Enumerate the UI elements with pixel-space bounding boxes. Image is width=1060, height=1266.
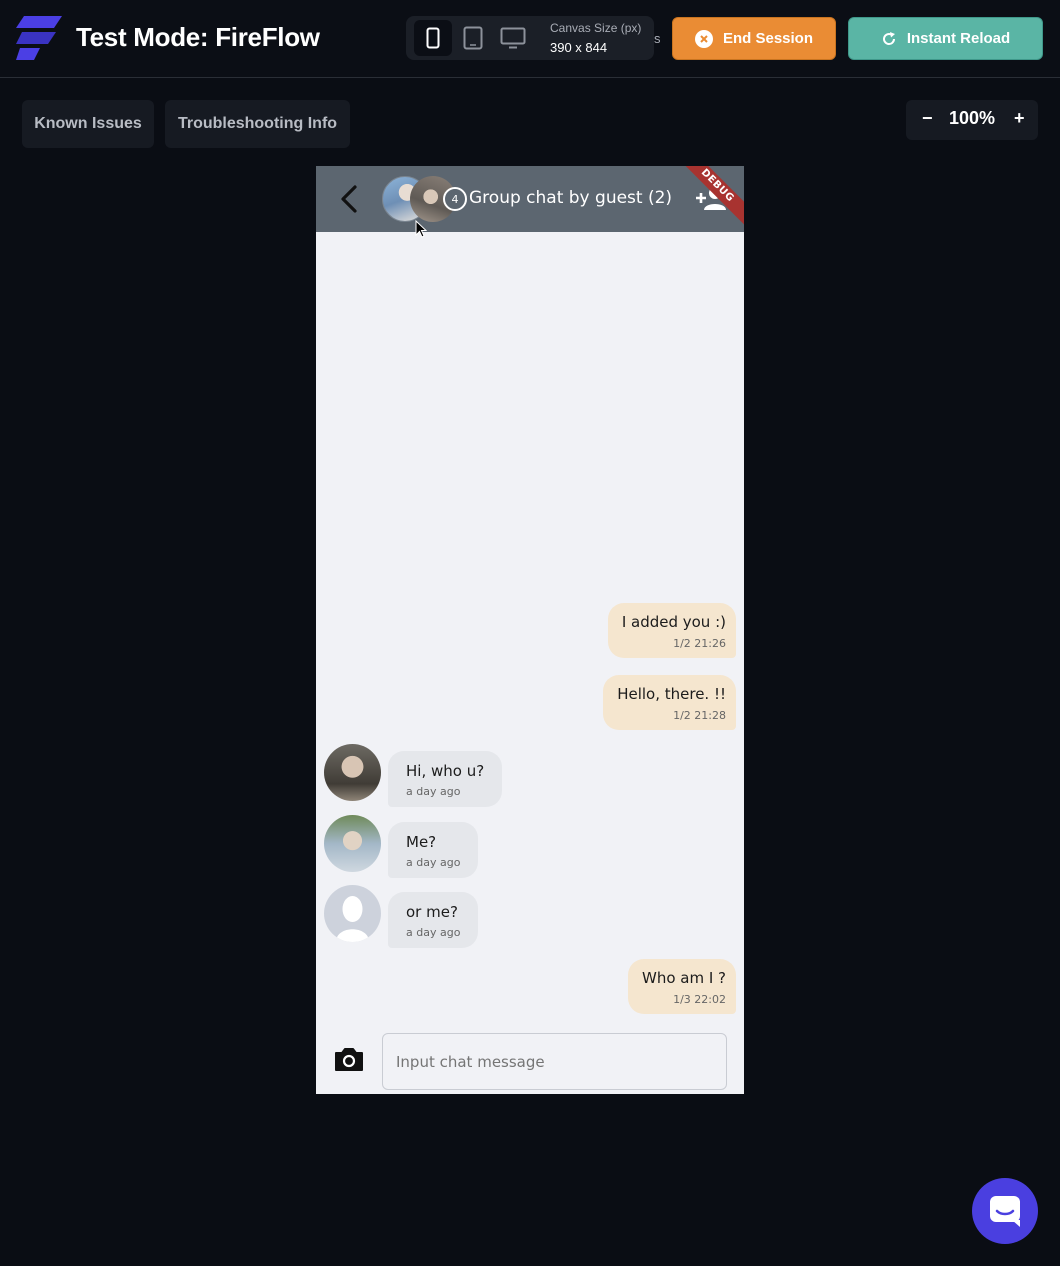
instant-reload-button[interactable]: Instant Reload [848, 17, 1043, 60]
known-issues-button[interactable]: Known Issues [22, 100, 154, 148]
truncated-text: s [654, 31, 661, 46]
message-text: I added you :) [621, 613, 726, 631]
message-bubble-outgoing: Who am I ? 1/3 22:02 [627, 959, 736, 1014]
device-selector: Canvas Size (px) 390 x 844 [406, 16, 654, 60]
message-text: Who am I ? [641, 969, 726, 987]
tablet-device-button[interactable] [454, 20, 492, 56]
refresh-icon [882, 31, 895, 45]
tablet-icon [463, 26, 483, 50]
top-bar: Test Mode: FireFlow Canvas Size (px) 390… [0, 0, 1060, 78]
zoom-level: 100% [949, 108, 996, 128]
page-title: Test Mode: FireFlow [76, 22, 320, 52]
chat-bubble-icon [990, 1196, 1020, 1227]
member-count-badge: 4 [443, 187, 467, 211]
message-time: 1/3 22:02 [673, 993, 726, 1006]
chat-message-input[interactable] [382, 1033, 727, 1090]
message-time: 1/2 21:28 [673, 709, 726, 722]
message-time: a day ago [406, 856, 461, 869]
mouse-cursor-icon [415, 220, 427, 238]
end-session-label: End Session [722, 30, 814, 47]
message-bubble-outgoing: Hello, there. !! 1/2 21:28 [603, 675, 736, 730]
end-session-button[interactable]: End Session [672, 17, 836, 60]
message-text: or me? [406, 903, 458, 921]
message-text: Hello, there. !! [617, 685, 726, 703]
message-text: Hi, who u? [406, 762, 485, 780]
chat-title: Group chat by guest (2) [469, 188, 673, 208]
desktop-icon [500, 27, 526, 49]
chat-app-bar: 4 Group chat by guest (2) DEBUG [316, 166, 744, 232]
person-silhouette-icon [336, 896, 369, 942]
troubleshooting-info-button[interactable]: Troubleshooting Info [165, 100, 350, 148]
message-text: Me? [406, 833, 437, 851]
canvas-size-value: 390 x 844 [550, 40, 608, 55]
message-time: 1/2 21:26 [673, 637, 726, 650]
sender-avatar[interactable] [324, 744, 381, 801]
instant-reload-label: Instant Reload [906, 30, 1011, 47]
message-bubble-incoming: or me? a day ago [388, 892, 479, 948]
phone-device-button[interactable] [414, 20, 452, 56]
message-bubble-outgoing: I added you :) 1/2 21:26 [607, 603, 736, 658]
desktop-device-button[interactable] [494, 20, 532, 56]
close-circle-icon [694, 29, 713, 48]
phone-canvas: 4 Group chat by guest (2) DEBUG I added … [316, 166, 744, 1094]
message-time: a day ago [406, 926, 461, 939]
zoom-out-button[interactable]: − [922, 108, 933, 129]
sender-avatar-placeholder[interactable] [324, 885, 381, 942]
zoom-in-button[interactable]: + [1014, 108, 1025, 129]
message-time: a day ago [406, 785, 461, 798]
message-bubble-incoming: Hi, who u? a day ago [388, 751, 503, 807]
fireflow-logo [16, 16, 62, 60]
sender-avatar[interactable] [324, 815, 381, 872]
message-bubble-incoming: Me? a day ago [388, 822, 479, 878]
camera-icon[interactable] [334, 1046, 364, 1072]
phone-icon [426, 27, 440, 49]
canvas-size-label: Canvas Size (px) [550, 21, 642, 35]
zoom-control: − 100% + [906, 100, 1038, 140]
back-arrow-icon[interactable] [336, 183, 364, 215]
support-chat-button[interactable] [972, 1178, 1038, 1244]
